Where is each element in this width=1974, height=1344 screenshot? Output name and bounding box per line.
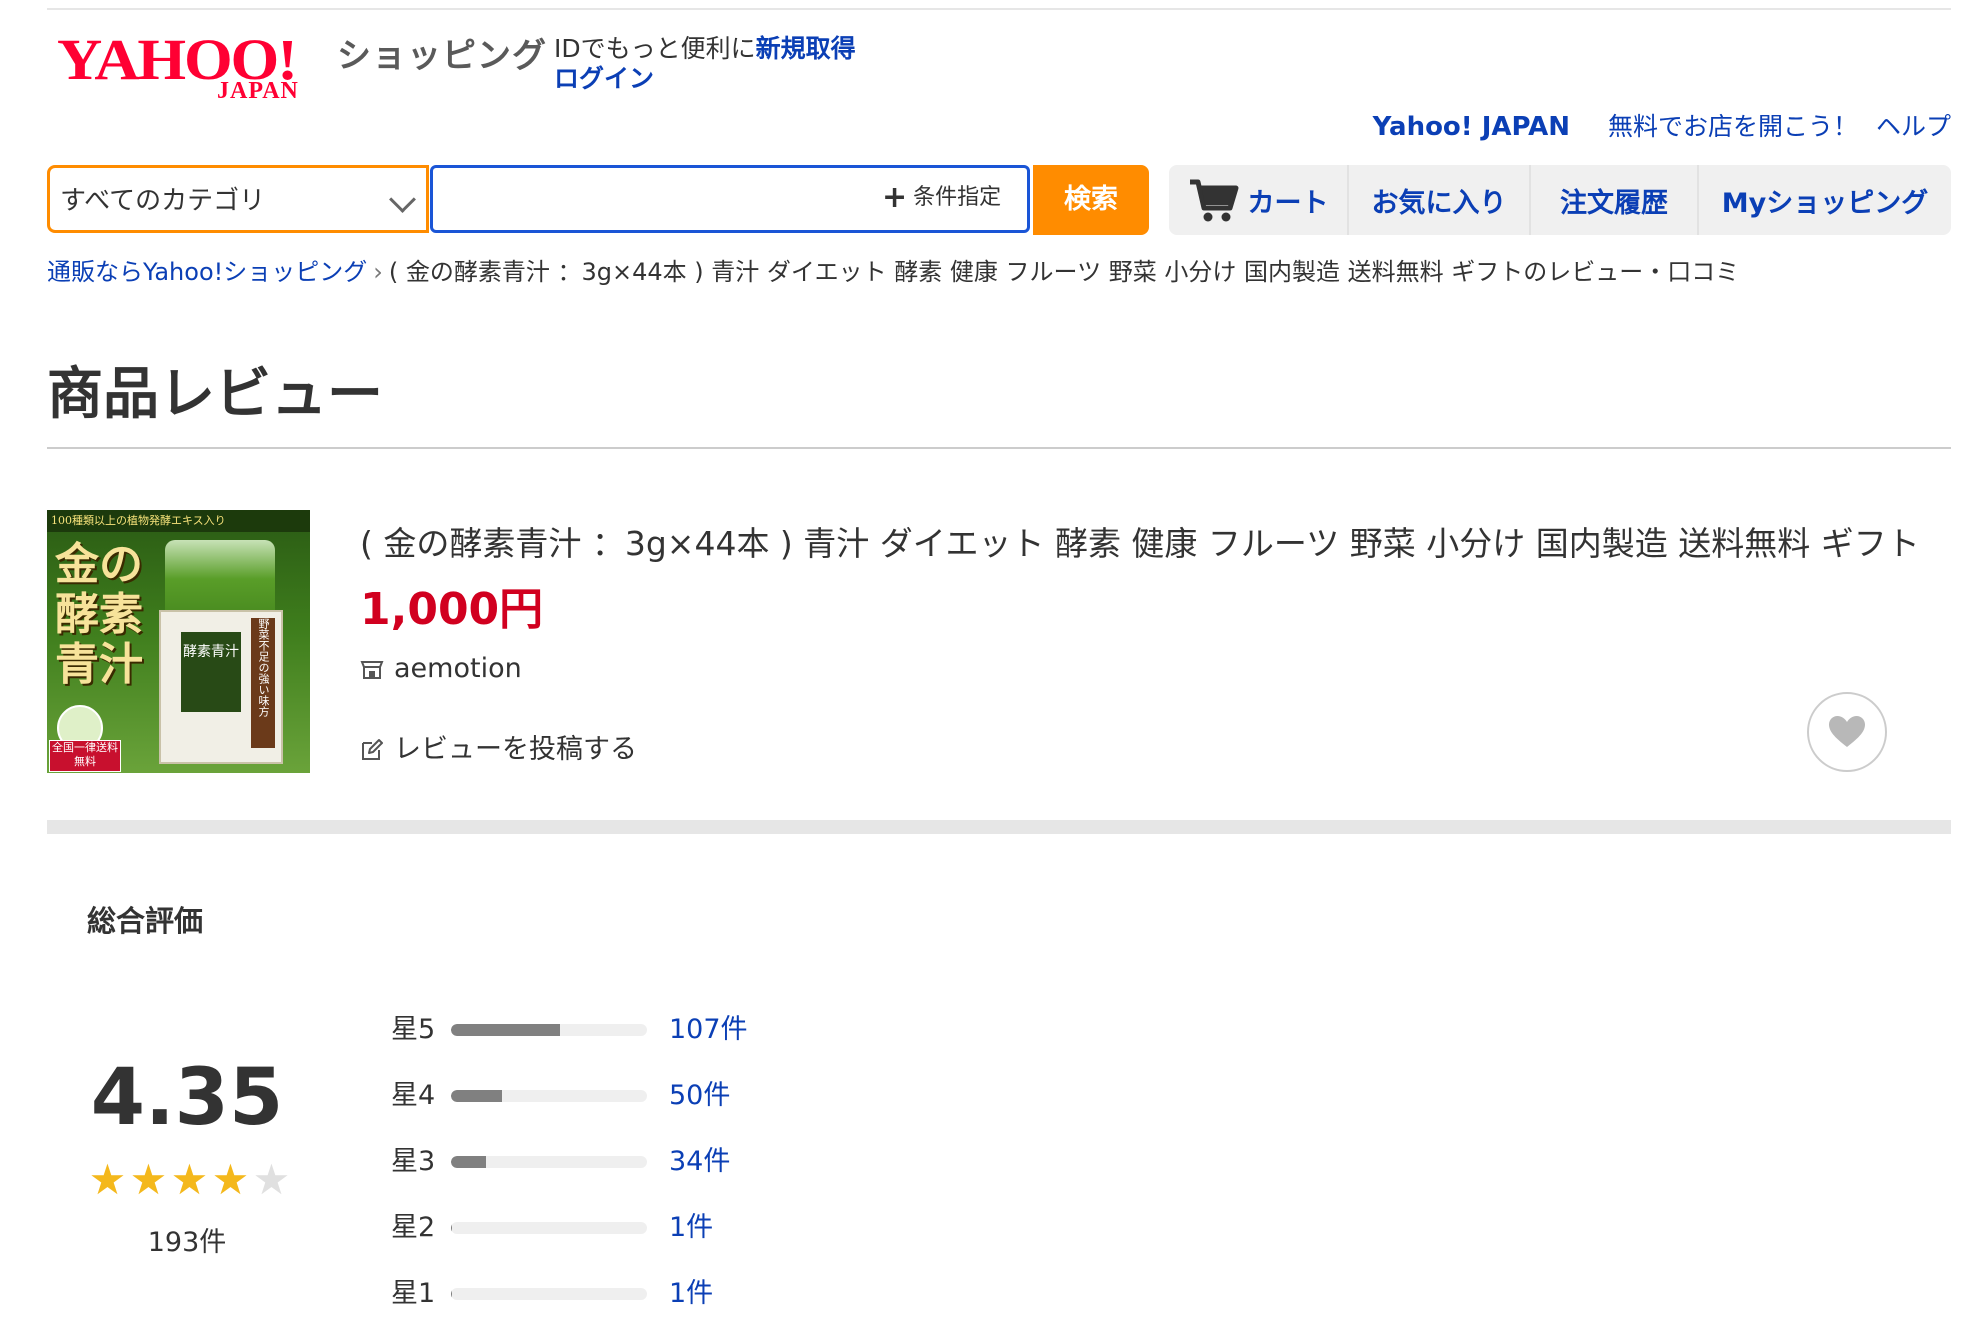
- rating-bar-fill: [451, 1090, 502, 1102]
- id-promo: IDでもっと便利に新規取得: [554, 34, 856, 64]
- section-divider: [47, 820, 1951, 834]
- rating-count-link[interactable]: 34件: [669, 1142, 730, 1182]
- top-divider: [47, 8, 1951, 10]
- chevron-down-icon: [389, 186, 416, 213]
- favorites-label: お気に入り: [1371, 187, 1507, 219]
- rating-bar-track: [451, 1288, 647, 1300]
- rating-bar-track: [451, 1024, 647, 1036]
- star-icon: ★: [211, 1155, 250, 1204]
- yahoo-japan-logo[interactable]: YAHOO! JAPAN: [57, 30, 341, 105]
- write-review-link[interactable]: レビューを投稿する: [360, 732, 637, 768]
- store-icon: [360, 661, 384, 679]
- rating-bar-track: [451, 1222, 647, 1234]
- logo-japan-text: JAPAN: [217, 78, 299, 104]
- rating-row[interactable]: 星4 50件: [391, 1076, 791, 1116]
- star-icon: ★: [129, 1155, 168, 1204]
- product-image-pack: 酵素青汁 野菜不足の強い味方: [159, 610, 283, 764]
- rating-row[interactable]: 星1 1件: [391, 1274, 791, 1314]
- rating-row[interactable]: 星5 107件: [391, 1010, 791, 1050]
- heart-icon: [1829, 716, 1865, 747]
- rating-score: 4.35: [90, 1053, 284, 1143]
- rating-bar-fill: [451, 1288, 452, 1300]
- signup-link[interactable]: 新規取得: [756, 34, 856, 63]
- category-select-value: すべてのカテゴリ: [60, 186, 266, 216]
- breadcrumb-current: ( 金の酵素青汁 ：3g×44本 ) 青汁 ダイエット 酵素 健康 フルーツ 野…: [388, 258, 1740, 286]
- yahoo-japan-link[interactable]: Yahoo! JAPAN: [1373, 112, 1570, 142]
- product-image-title: 金の 酵素 青汁: [55, 539, 143, 690]
- search-button[interactable]: 検索: [1033, 165, 1149, 235]
- product-price: 1,000円: [360, 584, 544, 635]
- id-promo-text: IDでもっと便利に: [554, 34, 756, 63]
- cart-button[interactable]: カート: [1169, 165, 1349, 235]
- rating-bar-track: [451, 1090, 647, 1102]
- my-shopping-button[interactable]: Myショッピング: [1699, 165, 1951, 235]
- page: YAHOO! JAPAN ショッピング IDでもっと便利に新規取得 ログイン Y…: [47, 0, 1951, 1344]
- breadcrumb: 通販ならYahoo!ショッピング ›( 金の酵素青汁 ：3g×44本 ) 青汁 ダ…: [47, 257, 1739, 287]
- product-image-label: 酵素青汁: [181, 632, 241, 712]
- help-link[interactable]: ヘルプ: [1876, 112, 1951, 141]
- rating-bar-fill: [451, 1024, 560, 1036]
- category-select[interactable]: すべてのカテゴリ: [47, 165, 429, 233]
- order-history-label: 注文履歴: [1560, 187, 1668, 219]
- rating-total-count: 193件: [147, 1227, 227, 1258]
- title-divider: [47, 447, 1951, 449]
- store-name: aemotion: [394, 653, 522, 684]
- rating-bar-fill: [451, 1156, 486, 1168]
- search-conditions-label: 条件指定: [913, 185, 1002, 210]
- rating-bar-fill: [451, 1222, 452, 1234]
- plus-icon: +: [882, 180, 908, 215]
- breadcrumb-chevron-icon: ›: [373, 258, 383, 286]
- header-nav: カート お気に入り 注文履歴 Myショッピング: [1169, 165, 1951, 235]
- rating-row-label: 星2: [391, 1212, 436, 1243]
- star-icon: ★: [88, 1155, 127, 1204]
- open-store-link[interactable]: 無料でお店を開こう！: [1608, 112, 1858, 141]
- product-image-band: 100種類以上の植物発酵エキス入り: [47, 510, 310, 532]
- rating-row-label: 星4: [391, 1080, 436, 1111]
- my-shopping-label: Myショッピング: [1721, 187, 1929, 219]
- search-conditions-button[interactable]: + 条件指定: [882, 183, 1001, 213]
- edit-icon: [362, 739, 383, 760]
- rating-row[interactable]: 星2 1件: [391, 1208, 791, 1248]
- favorite-button[interactable]: [1807, 692, 1887, 772]
- breadcrumb-home-link[interactable]: 通販ならYahoo!ショッピング: [47, 258, 367, 286]
- shopping-wordmark[interactable]: ショッピング: [337, 36, 547, 76]
- rating-count-link[interactable]: 50件: [669, 1076, 730, 1116]
- rating-bar-track: [451, 1156, 647, 1168]
- login-link[interactable]: ログイン: [554, 64, 654, 94]
- product-image[interactable]: 100種類以上の植物発酵エキス入り 金の 酵素 青汁 酵素青汁 野菜不足の強い味方 …: [47, 510, 310, 773]
- store-link[interactable]: aemotion: [360, 651, 522, 687]
- overall-rating-title: 総合評価: [87, 904, 204, 938]
- product-title-link[interactable]: ( 金の酵素青汁 ：3g×44本 ) 青汁 ダイエット 酵素 健康 フルーツ 野…: [360, 522, 1951, 566]
- rating-row[interactable]: 星3 34件: [391, 1142, 791, 1182]
- star-icon: ★: [170, 1155, 209, 1204]
- product-image-vertical-text: 野菜不足の強い味方: [251, 618, 275, 748]
- rating-row-label: 星1: [391, 1278, 436, 1309]
- product-image-shipping-badge: 全国一律送料無料: [49, 740, 121, 772]
- rating-row-label: 星5: [391, 1014, 436, 1045]
- rating-row-label: 星3: [391, 1146, 436, 1177]
- star-icon: ★: [252, 1155, 291, 1204]
- rating-count-link[interactable]: 107件: [669, 1010, 748, 1050]
- order-history-button[interactable]: 注文履歴: [1531, 165, 1699, 235]
- rating-count-link[interactable]: 1件: [669, 1208, 713, 1248]
- favorites-button[interactable]: お気に入り: [1349, 165, 1531, 235]
- rating-stars: ★ ★ ★ ★ ★: [87, 1155, 293, 1204]
- cart-label: カート: [1247, 187, 1329, 219]
- rating-count-link[interactable]: 1件: [669, 1274, 713, 1314]
- cart-icon: [1189, 179, 1238, 222]
- write-review-label: レビューを投稿する: [394, 734, 637, 765]
- page-title: 商品レビュー: [47, 362, 383, 427]
- header-links: Yahoo! JAPAN 無料でお店を開こう！ ヘルプ: [1373, 112, 1951, 142]
